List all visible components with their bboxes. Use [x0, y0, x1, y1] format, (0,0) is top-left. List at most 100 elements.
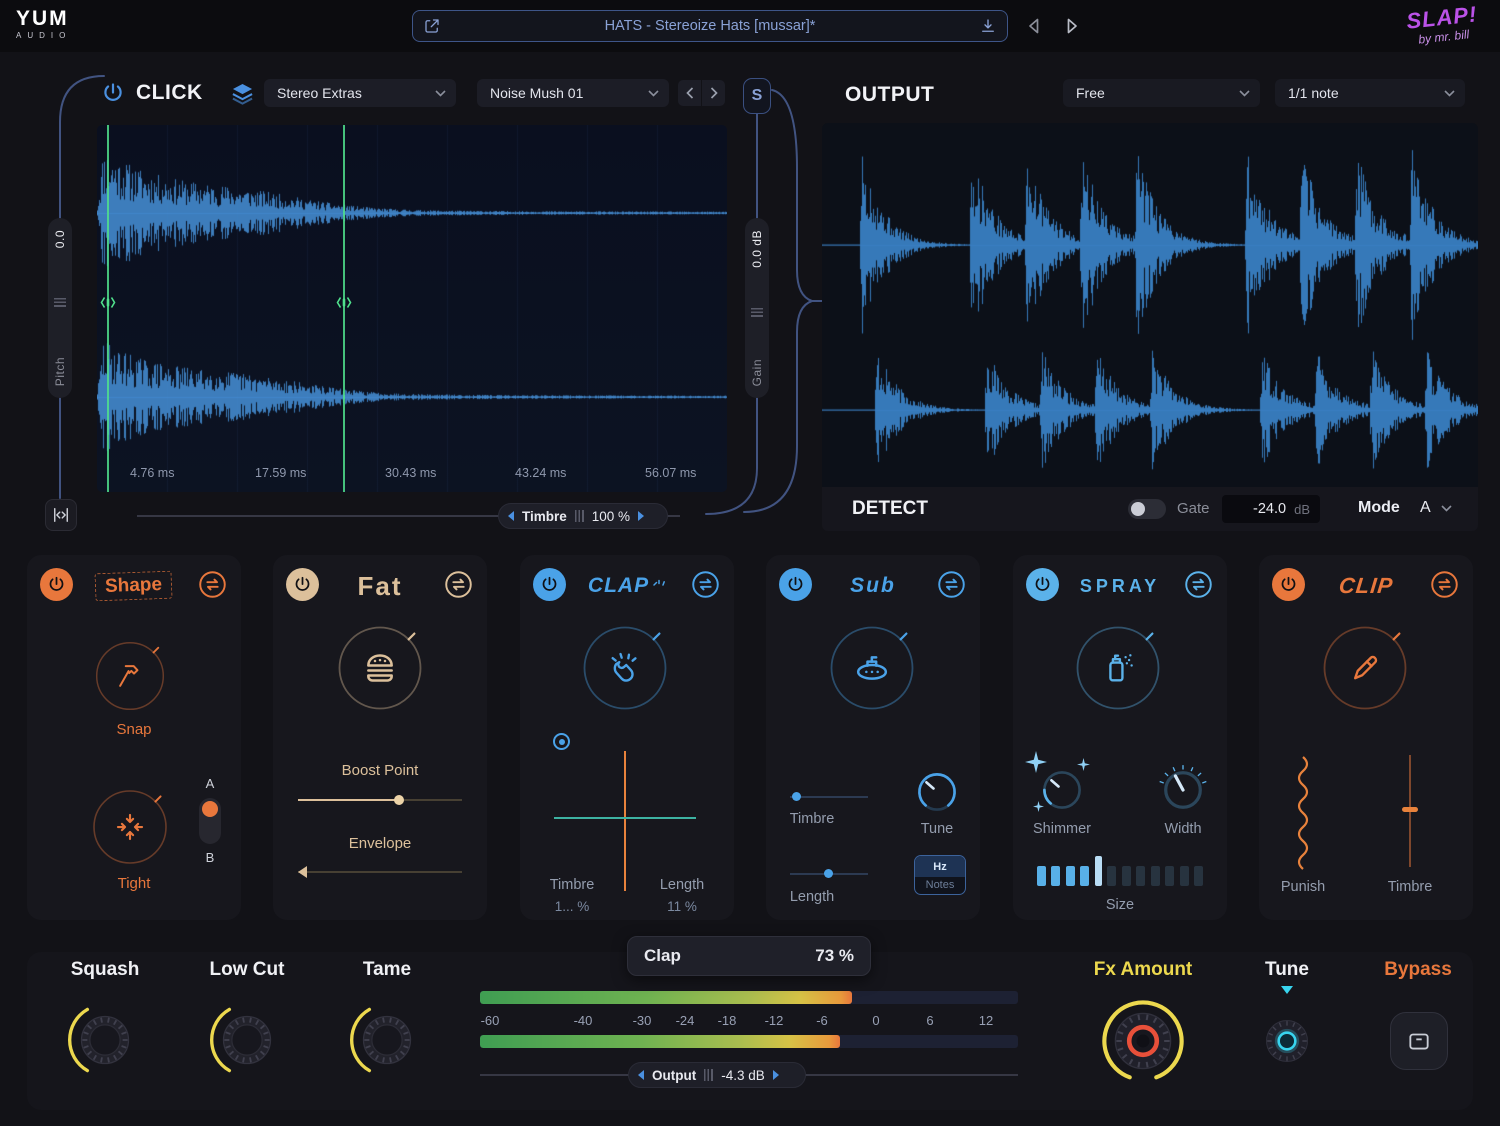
sub-amount-knob[interactable]: [827, 623, 917, 713]
pitch-slider[interactable]: 0.0 Pitch: [48, 218, 72, 398]
snap-knob[interactable]: [93, 639, 167, 713]
gate-threshold-field[interactable]: -24.0 dB: [1222, 495, 1320, 523]
clip-amount-knob[interactable]: [1320, 623, 1410, 713]
fat-amount-knob[interactable]: [335, 623, 425, 713]
mode-dropdown[interactable]: A: [1420, 499, 1452, 517]
click-category-dropdown[interactable]: Stereo Extras: [264, 79, 456, 107]
prev-preset-button[interactable]: [1022, 13, 1048, 39]
snap-label: Snap: [27, 721, 241, 738]
mode-value: A: [1420, 499, 1431, 517]
shape-compare-button[interactable]: [197, 569, 228, 600]
power-icon: [101, 81, 125, 105]
sample-start-marker[interactable]: [107, 125, 109, 492]
marker-pen-icon: [1346, 649, 1384, 687]
logo-bottom: AUDIO: [16, 32, 71, 40]
click-waveform-display[interactable]: 4.76 ms 17.59 ms 30.43 ms 43.24 ms 56.07…: [97, 125, 727, 492]
burger-icon: [360, 648, 400, 688]
next-preset-button[interactable]: [1060, 13, 1086, 39]
punish-slider[interactable]: [1291, 753, 1315, 873]
slider-thumb[interactable]: [792, 792, 801, 801]
clip-compare-button[interactable]: [1429, 569, 1460, 600]
lowcut-knob[interactable]: [205, 998, 289, 1082]
slider-thumb[interactable]: [824, 869, 833, 878]
toggle-knob: [1131, 502, 1145, 516]
sub-timbre-slider[interactable]: [790, 791, 868, 802]
decrement-arrow-icon[interactable]: [638, 1070, 644, 1080]
notes-option[interactable]: Notes: [915, 877, 965, 893]
width-knob[interactable]: [1156, 763, 1210, 817]
punish-label: Punish: [1263, 879, 1343, 895]
output-gain-slider[interactable]: Output -4.3 dB: [628, 1062, 806, 1088]
sub-title: Sub: [850, 574, 896, 598]
sync-mode-dropdown[interactable]: Free: [1063, 79, 1260, 107]
clap-compare-button[interactable]: [690, 569, 721, 600]
shape-ab-toggle[interactable]: [199, 798, 221, 844]
sub-tune-knob[interactable]: [915, 770, 959, 814]
triangle-thumb[interactable]: [298, 866, 307, 878]
click-timbre-slider[interactable]: Timbre 100 %: [498, 503, 668, 529]
decrement-arrow-icon[interactable]: [508, 511, 514, 521]
clap-mode-indicator[interactable]: [553, 733, 570, 750]
note-division-dropdown[interactable]: 1/1 note: [1275, 79, 1465, 107]
shape-title: Shape: [95, 571, 173, 602]
output-waveform-display[interactable]: [822, 123, 1478, 487]
tune-marker-icon: [1281, 986, 1293, 994]
marker-handle-icon[interactable]: [100, 295, 116, 310]
save-download-icon[interactable]: [979, 17, 997, 35]
slider-thumb[interactable]: [394, 795, 404, 805]
slider-track: [298, 871, 462, 873]
module-clap: CLAP Timbre 1... % Length 11 %: [520, 555, 734, 920]
envelope-slider[interactable]: [298, 866, 462, 878]
squash-knob[interactable]: [63, 998, 147, 1082]
xy-vertical-line[interactable]: [624, 751, 626, 891]
click-preset-next-button[interactable]: [702, 80, 725, 106]
zoom-fit-button[interactable]: [45, 499, 77, 531]
xy-horizontal-line[interactable]: [554, 817, 696, 819]
sub-hz-notes-toggle[interactable]: Hz Notes: [914, 855, 966, 895]
sub-length-slider[interactable]: [790, 868, 868, 879]
output-section-title: OUTPUT: [845, 83, 934, 107]
gate-toggle[interactable]: [1128, 499, 1166, 519]
gate-value: -24.0: [1253, 501, 1286, 517]
width-label: Width: [1153, 821, 1213, 837]
tame-knob[interactable]: [345, 998, 429, 1082]
fx-amount-knob[interactable]: [1097, 995, 1189, 1087]
spray-title: SPRAY: [1080, 576, 1160, 597]
layers-button[interactable]: [228, 79, 256, 107]
time-label: 17.59 ms: [255, 466, 306, 480]
gate-label: Gate: [1177, 500, 1210, 517]
preset-browser-bar[interactable]: HATS - Stereoize Hats [mussar]*: [412, 10, 1008, 42]
time-label: 4.76 ms: [130, 466, 174, 480]
shimmer-knob[interactable]: [1040, 768, 1084, 812]
slider-thumb[interactable]: [1402, 807, 1418, 812]
click-preset-prev-button[interactable]: [678, 80, 701, 106]
slider-grip-icon: [575, 510, 584, 522]
bypass-button[interactable]: [1390, 1012, 1448, 1070]
envelope-label: Envelope: [273, 835, 487, 852]
tune-knob[interactable]: [1255, 1009, 1319, 1073]
gain-slider[interactable]: 0.0 dB Gain: [745, 218, 769, 398]
spray-amount-knob[interactable]: [1073, 623, 1163, 713]
hammer-icon: [114, 660, 146, 692]
marker-handle-icon[interactable]: [336, 295, 352, 310]
sub-compare-button[interactable]: [936, 569, 967, 600]
boost-point-slider[interactable]: [298, 794, 462, 806]
clap-amount-knob[interactable]: [580, 623, 670, 713]
clap-xy-pad[interactable]: [554, 751, 696, 891]
export-icon[interactable]: [423, 17, 441, 35]
power-icon: [47, 575, 66, 594]
click-waveform-canvas: [97, 125, 727, 492]
spray-size-segments[interactable]: [1037, 854, 1203, 886]
click-preset-dropdown[interactable]: Noise Mush 01: [477, 79, 669, 107]
increment-arrow-icon[interactable]: [773, 1070, 779, 1080]
sample-end-marker[interactable]: [343, 125, 345, 492]
fat-compare-button[interactable]: [443, 569, 474, 600]
spray-compare-button[interactable]: [1183, 569, 1214, 600]
tight-knob[interactable]: [90, 787, 170, 867]
submarine-icon: [852, 648, 892, 688]
hz-option[interactable]: Hz: [915, 856, 965, 877]
click-power-button[interactable]: [100, 80, 126, 106]
solo-button[interactable]: S: [743, 78, 771, 114]
increment-arrow-icon[interactable]: [638, 511, 644, 521]
meter-scale-label: -24: [676, 1013, 695, 1028]
